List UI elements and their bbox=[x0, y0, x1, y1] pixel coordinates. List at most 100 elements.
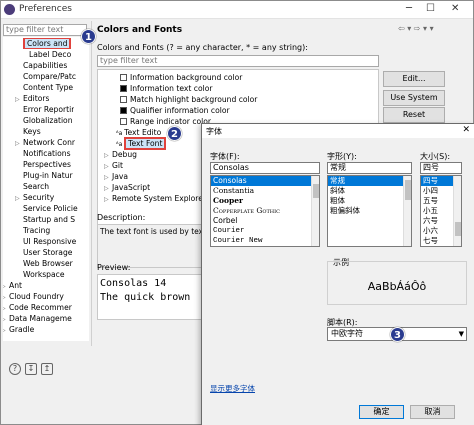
tree-item[interactable]: Web Browser bbox=[23, 258, 73, 269]
tree-item[interactable]: Plug-in Natur bbox=[23, 170, 73, 181]
color-font-item[interactable]: Range indicator color bbox=[120, 116, 211, 127]
tree-item[interactable]: Perspectives bbox=[23, 159, 71, 170]
list-item[interactable]: Corbel bbox=[211, 216, 319, 226]
nav-arrows[interactable]: ⇦ ▾ ⇨ ▾ ▾ bbox=[398, 24, 434, 33]
color-font-item[interactable]: ᴬa Text Font bbox=[116, 137, 167, 150]
font-name-list[interactable]: Consolas Constantia Cooper Copperplate Goth… bbox=[210, 175, 320, 247]
tree-item[interactable]: ▷ Cloud Foundry bbox=[3, 291, 64, 302]
right-filter-input[interactable]: type filter text bbox=[97, 55, 379, 67]
color-font-item[interactable]: Information text color bbox=[120, 83, 212, 94]
left-filter-input[interactable]: type filter text bbox=[3, 24, 87, 36]
size-list-scrollbar[interactable] bbox=[453, 176, 461, 246]
list-item[interactable]: 粗偏斜体 bbox=[328, 206, 411, 216]
list-item[interactable]: Courier New bbox=[211, 236, 319, 246]
tree-item-label: Data Manageme bbox=[9, 314, 72, 323]
font-name-input[interactable]: Consolas bbox=[210, 162, 320, 174]
tree-item[interactable]: ▷ Ant bbox=[3, 280, 22, 291]
close-icon[interactable]: ✕ bbox=[462, 125, 470, 135]
more-fonts-link[interactable]: 显示更多字体 bbox=[210, 383, 255, 394]
tree-item[interactable]: Compare/Patc bbox=[23, 71, 76, 82]
list-item[interactable]: Consolas bbox=[211, 176, 319, 186]
tree-item[interactable]: Colors and bbox=[23, 38, 72, 49]
tree-item-label: Globalization bbox=[23, 116, 73, 125]
tree-item-label: Perspectives bbox=[23, 160, 71, 169]
tree-item[interactable]: Error Reportir bbox=[23, 104, 74, 115]
color-swatch-icon bbox=[120, 96, 127, 103]
color-font-item-label: Git bbox=[112, 161, 123, 170]
step-badge-3: 3 bbox=[390, 327, 405, 342]
ok-button[interactable]: 确定 bbox=[359, 405, 404, 419]
window-title: Preferences bbox=[19, 4, 72, 14]
tree-item[interactable]: UI Responsive bbox=[23, 236, 76, 247]
cancel-button[interactable]: 取消 bbox=[410, 405, 455, 419]
list-item[interactable]: Courier bbox=[211, 226, 319, 236]
tree-item[interactable]: Capabilities bbox=[23, 60, 67, 71]
preview-line: The quick brown bbox=[100, 292, 191, 303]
tree-item[interactable]: ▷ Security bbox=[15, 192, 54, 203]
tree-item[interactable]: User Storage bbox=[23, 247, 72, 258]
tree-item[interactable]: ▷ Editors bbox=[15, 93, 49, 104]
list-item[interactable]: 斜体 bbox=[328, 186, 411, 196]
tree-item-label: Security bbox=[23, 193, 55, 202]
color-swatch-icon bbox=[120, 118, 127, 125]
minimize-button[interactable]: ─ bbox=[406, 3, 412, 14]
color-font-item[interactable]: Qualifier information color bbox=[120, 105, 230, 116]
list-item[interactable]: Cooper bbox=[211, 196, 319, 206]
sample-group: AaBbÁáÔô bbox=[327, 261, 467, 305]
tree-item[interactable]: Tracing bbox=[23, 225, 50, 236]
color-font-item[interactable]: ▷ Debug bbox=[104, 149, 137, 160]
color-font-item[interactable]: ▷ JavaScript bbox=[104, 182, 150, 193]
help-icon[interactable]: ? bbox=[9, 363, 21, 375]
tree-item-label: Capabilities bbox=[23, 61, 68, 70]
use-system-font-button[interactable]: Use System Font bbox=[383, 90, 445, 116]
chevron-right-icon: ▷ bbox=[15, 140, 20, 147]
color-font-item[interactable]: ▷ Java bbox=[104, 171, 128, 182]
tree-item[interactable]: Service Policie bbox=[23, 203, 78, 214]
color-font-item[interactable]: Information background color bbox=[120, 72, 242, 83]
chevron-right-icon: ▷ bbox=[104, 196, 109, 203]
tree-item[interactable]: ▷ Data Manageme bbox=[3, 313, 72, 324]
tree-item[interactable]: ▷ Code Recommer bbox=[3, 302, 72, 313]
tree-item-label: Tracing bbox=[23, 226, 51, 235]
color-font-item[interactable]: ▷ Git bbox=[104, 160, 123, 171]
color-font-item[interactable]: ▷ Remote System Explore bbox=[104, 193, 203, 204]
tree-item-label: Workspace bbox=[23, 270, 65, 279]
list-item[interactable]: 粗体 bbox=[328, 196, 411, 206]
font-style-input[interactable]: 常规 bbox=[327, 162, 412, 174]
tree-item[interactable]: Globalization bbox=[23, 115, 73, 126]
tree-item[interactable]: Search bbox=[23, 181, 49, 192]
export-icon[interactable]: ↥ bbox=[41, 363, 53, 375]
eclipse-logo-icon bbox=[4, 4, 15, 15]
font-size-list[interactable]: 四号 小四 五号 小五 六号 小六 七号 bbox=[420, 175, 462, 247]
reset-button[interactable]: Reset bbox=[383, 107, 445, 123]
list-item[interactable]: Copperplate Gothic bbox=[211, 206, 319, 216]
tree-item[interactable]: ▷ Gradle bbox=[3, 324, 34, 335]
tree-item[interactable]: ▷ Network Conr bbox=[15, 137, 75, 148]
font-list-scrollbar[interactable] bbox=[311, 176, 319, 246]
maximize-button[interactable]: ☐ bbox=[426, 3, 435, 14]
tree-item[interactable]: Keys bbox=[23, 126, 41, 137]
tree-item-label: Plug-in Natur bbox=[23, 171, 73, 180]
chevron-right-icon: ▷ bbox=[15, 195, 20, 202]
list-item[interactable]: Constantia bbox=[211, 186, 319, 196]
pane-divider[interactable] bbox=[91, 21, 92, 346]
font-size-input[interactable]: 四号 bbox=[420, 162, 462, 174]
tree-item[interactable]: Workspace bbox=[23, 269, 65, 280]
import-icon[interactable]: ↧ bbox=[25, 363, 37, 375]
description-label: Description: bbox=[97, 213, 146, 222]
edit-button[interactable]: Edit... bbox=[383, 71, 445, 87]
script-value: 中欧字符 bbox=[331, 329, 363, 338]
font-style-list[interactable]: 常规 斜体 粗体 粗偏斜体 bbox=[327, 175, 412, 247]
preview-line: Consolas 14 bbox=[100, 278, 167, 289]
tree-item[interactable]: Startup and S bbox=[23, 214, 75, 225]
tree-item-label: Error Reportir bbox=[23, 105, 75, 114]
color-font-item[interactable]: Match highlight background color bbox=[120, 94, 257, 105]
color-font-item-label: Information text color bbox=[130, 84, 213, 93]
list-item[interactable]: 常规 bbox=[328, 176, 411, 186]
tree-item[interactable]: Label Deco bbox=[29, 49, 71, 60]
style-list-scrollbar[interactable] bbox=[403, 176, 411, 246]
tree-item-label: Editors bbox=[23, 94, 50, 103]
tree-item[interactable]: Content Type bbox=[23, 82, 73, 93]
tree-item[interactable]: Notifications bbox=[23, 148, 71, 159]
close-button[interactable]: ✕ bbox=[451, 3, 459, 14]
